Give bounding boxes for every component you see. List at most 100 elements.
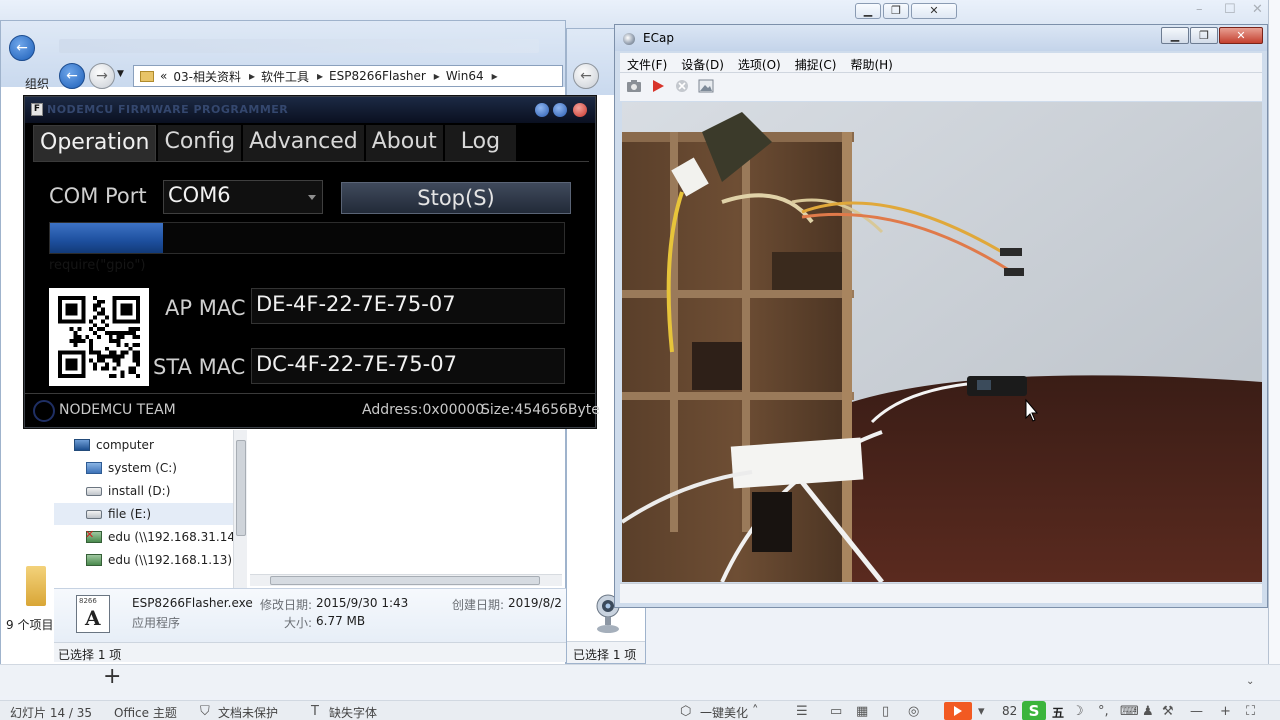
tree-item-edu-149[interactable]: edu (\\192.168.31.149 xyxy=(85,526,243,548)
tree-item-computer[interactable]: computer xyxy=(74,434,154,456)
tree-scrollbar[interactable] xyxy=(233,430,247,588)
flasher-titlebar: F NODEMCU FIRMWARE PROGRAMMER xyxy=(25,97,595,123)
chevron-right-icon[interactable]: ▸ xyxy=(249,69,255,83)
ap-mac-label: AP MAC xyxy=(165,296,246,320)
chevron-down-icon[interactable]: ▾ xyxy=(978,704,985,719)
play-icon[interactable] xyxy=(650,79,666,93)
address-bar[interactable]: « 03-相关资料 ▸ 软件工具 ▸ ESP8266Flasher ▸ Win6… xyxy=(133,65,563,87)
ap-mac-field[interactable]: DE-4F-22-7E-75-07 xyxy=(251,288,565,324)
breadcrumb-item[interactable]: 软件工具 xyxy=(261,68,309,85)
computer-icon xyxy=(74,439,90,451)
back-arrow-icon[interactable]: ← xyxy=(9,35,35,61)
theme-label[interactable]: Office 主题 xyxy=(114,704,177,720)
chevron-right-icon[interactable]: ▸ xyxy=(434,69,440,83)
camera-feed[interactable] xyxy=(622,102,1262,582)
menu-help[interactable]: 帮助(H) xyxy=(843,53,899,72)
flasher-title: NODEMCU FIRMWARE PROGRAMMER xyxy=(47,103,289,116)
person-icon[interactable]: ♟ xyxy=(1142,704,1154,719)
forward-button[interactable]: → xyxy=(89,63,115,89)
size-value: 6.77 MB xyxy=(316,614,366,628)
menu-device[interactable]: 设备(D) xyxy=(674,53,731,72)
image-icon[interactable] xyxy=(698,79,714,93)
beautify-button[interactable]: 一键美化 xyxy=(700,704,748,720)
scroll-thumb[interactable] xyxy=(236,440,246,536)
bg-maximize-button[interactable]: ❐ xyxy=(883,3,909,19)
reading-view-icon[interactable]: ▯ xyxy=(882,704,889,719)
sta-mac-field[interactable]: DC-4F-22-7E-75-07 xyxy=(251,348,565,384)
organize-menu[interactable]: 组织 xyxy=(25,75,49,92)
close-icon[interactable] xyxy=(573,103,587,117)
stop-icon[interactable] xyxy=(674,79,690,93)
bg-close-button[interactable]: ✕ xyxy=(911,3,957,19)
zoom-level[interactable]: 82 xyxy=(1002,704,1017,718)
ppt-status-bar: 幻灯片 14 / 35 Office 主题 ⛉ 文档未保护 T 缺失字体 ⬡ 一… xyxy=(0,700,1280,720)
keyboard-icon[interactable]: ⌨ xyxy=(1120,704,1139,719)
breadcrumb-item[interactable]: Win64 xyxy=(446,69,484,83)
sogou-ime-icon[interactable]: S xyxy=(1022,701,1046,720)
progress-fill xyxy=(50,223,164,253)
breadcrumb-prefix[interactable]: « xyxy=(160,69,167,83)
history-dropdown-icon[interactable]: ▼ xyxy=(117,69,124,79)
tree-item-edu-13[interactable]: edu (\\192.168.1.13) ( xyxy=(86,549,241,571)
punctuation-icon[interactable]: °, xyxy=(1098,704,1109,719)
ime-mode[interactable]: 五 xyxy=(1052,704,1064,720)
modified-value: 2015/9/30 1:43 xyxy=(316,596,409,610)
flasher-footer: NODEMCU TEAM Address:0x00000 Size:454656… xyxy=(25,393,600,427)
play-slideshow-button[interactable] xyxy=(944,702,972,720)
far-close-icon[interactable]: ✕ xyxy=(1252,2,1263,17)
tree-item-install[interactable]: install (D:) xyxy=(86,480,170,502)
normal-view-icon[interactable]: ▭ xyxy=(830,704,842,719)
ecap-toolbar xyxy=(620,73,1262,101)
close-button[interactable]: ✕ xyxy=(1219,27,1263,44)
address-label: Address:0x00000 xyxy=(362,402,485,418)
menu-file[interactable]: 文件(F) xyxy=(620,53,674,72)
doc-protect-label[interactable]: 文档未保护 xyxy=(218,704,278,720)
tree-item-system[interactable]: system (C:) xyxy=(86,457,177,479)
notes-icon[interactable]: ☰ xyxy=(796,704,808,719)
maximize-icon[interactable] xyxy=(553,103,567,117)
breadcrumb-item[interactable]: ESP8266Flasher xyxy=(329,69,426,83)
moon-icon[interactable]: ☽ xyxy=(1072,704,1084,719)
scroll-thumb[interactable] xyxy=(270,576,540,585)
chevron-right-icon[interactable]: ▸ xyxy=(492,69,498,83)
chevron-right-icon[interactable]: ▸ xyxy=(317,69,323,83)
tree-item-file[interactable]: file (E:) xyxy=(54,503,236,525)
breadcrumb-item[interactable]: 03-相关资料 xyxy=(173,68,241,85)
stop-button[interactable]: Stop(S) xyxy=(341,182,571,214)
zoom-out-icon[interactable]: — xyxy=(1190,704,1203,719)
tab-advanced[interactable]: Advanced xyxy=(243,125,364,161)
font-icon: T xyxy=(311,704,319,719)
far-maximize-icon[interactable]: ☐ xyxy=(1224,2,1236,17)
tab-config[interactable]: Config xyxy=(158,125,242,161)
zoom-in-icon[interactable]: + xyxy=(1220,704,1231,719)
bg-minimize-button[interactable]: ▁ xyxy=(855,3,881,19)
chevron-up-icon[interactable]: ˄ xyxy=(752,704,759,719)
missing-font-label[interactable]: 缺失字体 xyxy=(329,704,377,720)
maximize-button[interactable]: ❐ xyxy=(1190,27,1218,44)
com-port-select[interactable]: COM6 xyxy=(163,180,323,214)
camera-icon[interactable] xyxy=(626,79,642,93)
tab-operation[interactable]: Operation xyxy=(33,125,157,161)
presenter-view-icon[interactable]: ◎ xyxy=(908,704,919,719)
menu-options[interactable]: 选项(O) xyxy=(731,53,788,72)
slide-sorter-icon[interactable]: ▦ xyxy=(856,704,868,719)
minimize-button[interactable]: ▁ xyxy=(1161,27,1189,44)
created-value: 2019/8/2 xyxy=(508,596,562,610)
back-button[interactable]: ← xyxy=(59,63,85,89)
wrench-icon[interactable]: ⚒ xyxy=(1162,704,1174,719)
tab-log[interactable]: Log xyxy=(444,125,517,161)
collapse-icon[interactable]: ⌄ xyxy=(1246,676,1254,687)
system-drive-icon xyxy=(86,462,102,474)
com-port-label: COM Port xyxy=(49,184,147,208)
tab-about[interactable]: About xyxy=(365,125,443,161)
qr-code xyxy=(49,288,149,386)
ecap-window: ECap ▁ ❐ ✕ 文件(F) 设备(D) 选项(O) 捕捉(C) 帮助(H) xyxy=(614,24,1268,608)
back-button[interactable]: ← xyxy=(573,63,599,89)
far-minimize-icon[interactable]: – xyxy=(1196,2,1203,17)
menu-capture[interactable]: 捕捉(C) xyxy=(788,53,844,72)
minimize-icon[interactable] xyxy=(535,103,549,117)
tree-item-label: edu (\\192.168.1.13) ( xyxy=(108,553,241,567)
horizontal-scrollbar[interactable] xyxy=(250,574,562,586)
add-slide-icon[interactable]: + xyxy=(103,664,121,689)
fit-window-icon[interactable]: ⛶ xyxy=(1246,704,1255,719)
